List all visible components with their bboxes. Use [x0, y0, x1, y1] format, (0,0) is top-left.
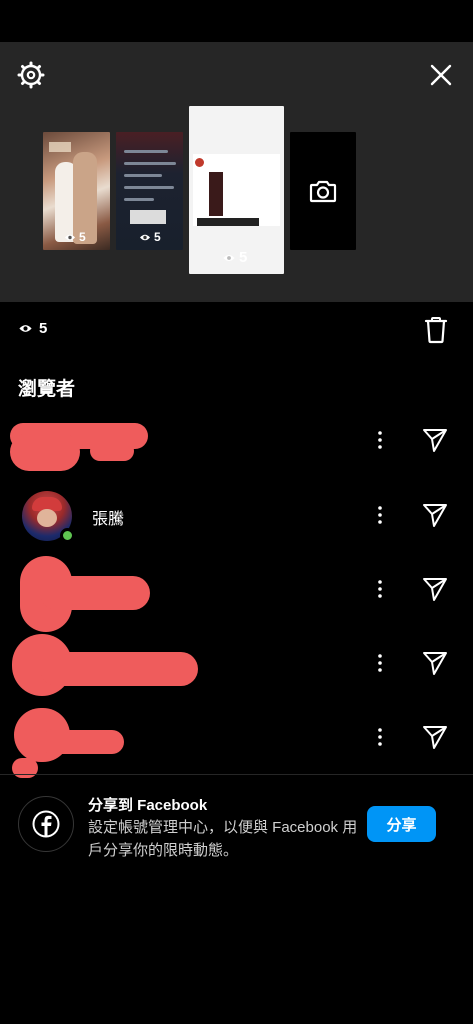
gear-icon	[17, 61, 45, 89]
delete-story-button[interactable]	[422, 314, 450, 346]
eye-icon	[19, 325, 32, 332]
more-options-button[interactable]	[370, 502, 390, 528]
send-message-button[interactable]	[419, 573, 451, 605]
viewer-row[interactable]	[0, 700, 473, 778]
camera-icon	[309, 180, 337, 203]
send-message-button[interactable]	[419, 721, 451, 753]
thumbnail-text-line	[124, 198, 154, 201]
more-vertical-icon	[378, 580, 382, 598]
send-message-button[interactable]	[419, 424, 451, 456]
eye-icon	[65, 234, 75, 240]
viewer-row[interactable]	[0, 552, 473, 632]
redaction-mark	[90, 441, 134, 461]
facebook-share-section: 分享到 Facebook 設定帳號管理中心，以便與 Facebook 用戶分享你…	[0, 786, 473, 866]
eye-icon	[140, 234, 150, 240]
thumbnail-view-count: 5	[139, 230, 161, 244]
thumbnail-view-count: 5	[222, 249, 247, 266]
send-icon	[423, 578, 447, 601]
divider	[0, 774, 473, 775]
eye-icon	[223, 254, 235, 261]
close-button[interactable]	[424, 58, 458, 92]
thumbnail-caption-graphic	[197, 218, 259, 226]
send-icon	[423, 652, 447, 675]
online-status-dot	[60, 528, 75, 543]
thumbnail-view-count: 5	[64, 230, 86, 244]
thumbnail-caption-graphic	[130, 210, 166, 224]
thumbnail-text-line	[124, 174, 162, 177]
send-icon	[423, 504, 447, 527]
thumbnail-avatar-graphic	[195, 158, 204, 167]
story-view-count: 5	[18, 320, 47, 337]
add-story-camera-button[interactable]	[290, 132, 356, 250]
close-icon	[430, 64, 452, 86]
send-icon	[423, 726, 447, 749]
more-vertical-icon	[378, 728, 382, 746]
redaction-mark	[40, 652, 198, 686]
facebook-logo	[18, 796, 74, 852]
more-vertical-icon	[378, 431, 382, 449]
more-options-button[interactable]	[370, 724, 390, 750]
redaction-mark	[10, 433, 80, 471]
more-vertical-icon	[378, 654, 382, 672]
more-options-button[interactable]	[370, 650, 390, 676]
facebook-share-title: 分享到 Facebook	[88, 797, 208, 814]
settings-button[interactable]	[14, 58, 48, 92]
send-message-button[interactable]	[419, 499, 451, 531]
share-button[interactable]: 分享	[367, 806, 436, 842]
facebook-icon	[32, 810, 60, 838]
redaction-mark	[40, 730, 124, 754]
redaction-mark	[12, 758, 38, 778]
thumbnail-caption-graphic	[49, 142, 71, 152]
send-message-button[interactable]	[419, 647, 451, 679]
more-options-button[interactable]	[370, 427, 390, 453]
facebook-share-description: 設定帳號管理中心，以便與 Facebook 用戶分享你的限時動態。	[88, 819, 358, 859]
viewers-heading: 瀏覽者	[18, 379, 76, 400]
thumbnail-photo-graphic	[209, 172, 223, 216]
send-icon	[423, 429, 447, 452]
redaction-mark	[40, 576, 150, 610]
thumbnail-text-line	[124, 186, 174, 189]
selected-story-pointer	[225, 288, 249, 302]
viewer-row[interactable]	[0, 626, 473, 700]
avatar-face-graphic	[37, 509, 57, 527]
more-options-button[interactable]	[370, 576, 390, 602]
thumbnail-post-card	[193, 154, 280, 226]
thumbnail-text-line	[124, 150, 168, 153]
thumbnail-text-line	[124, 162, 176, 165]
viewer-row[interactable]: 張騰	[0, 478, 473, 552]
more-vertical-icon	[378, 506, 382, 524]
trash-icon	[424, 317, 448, 344]
viewer-row[interactable]	[0, 403, 473, 477]
story-tray: 5 5 5	[0, 42, 473, 302]
viewer-name: 張騰	[92, 511, 125, 528]
